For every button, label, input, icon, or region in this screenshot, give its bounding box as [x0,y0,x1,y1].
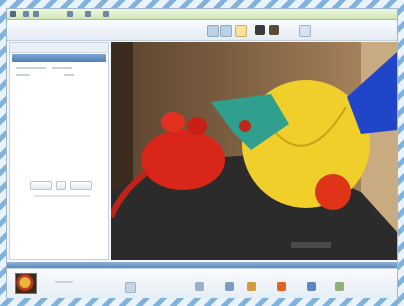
view-icon[interactable] [67,11,73,17]
email-icon[interactable] [225,282,234,291]
panel-button-right[interactable] [70,181,92,190]
enhance-icon[interactable] [269,25,279,35]
panel-text-line [64,74,74,76]
fix-icon[interactable] [125,282,136,293]
file-icon[interactable] [23,11,29,17]
panel-header [10,43,108,53]
selected-row[interactable] [12,54,106,62]
order-icon[interactable] [277,282,286,291]
panel-text-line [52,67,72,69]
thumb-caption [55,281,73,283]
app-icon[interactable] [10,11,16,17]
left-panel [9,42,109,260]
filmstrip [7,268,397,298]
title-bar [7,9,397,20]
share-icon[interactable] [247,282,256,291]
panel-text-line [16,67,46,69]
photo-red-mouse [141,130,225,190]
panel-button-left[interactable] [30,181,52,190]
photo-thumbnail[interactable] [15,273,37,294]
photo-image [111,42,397,260]
rotate-left-icon[interactable] [207,25,219,37]
toolbar [7,20,397,41]
print-icon[interactable] [195,282,204,291]
panel-divider [34,195,90,197]
tools-icon[interactable] [85,11,91,17]
panel-button-mid[interactable] [56,181,66,190]
crop-icon[interactable] [235,25,247,37]
open-icon[interactable] [335,282,344,291]
photo-canvas[interactable] [111,42,397,260]
burn-icon[interactable] [307,282,316,291]
help-icon[interactable] [103,11,109,17]
edit-icon[interactable] [33,11,39,17]
panel-text-line [16,74,30,76]
rotate-right-icon[interactable] [220,25,232,37]
prev-icon[interactable] [299,25,311,37]
redeye-icon[interactable] [255,25,265,35]
photo-editor-window [6,8,398,298]
